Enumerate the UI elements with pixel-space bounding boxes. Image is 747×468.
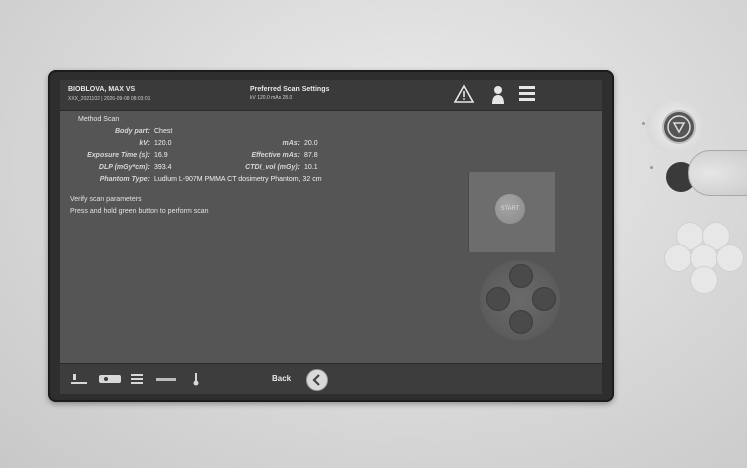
scanner-device: BIOBLOVA, MAX VS XXX_2021102 | 2026-09-0… — [0, 0, 747, 468]
chevron-left-icon — [312, 374, 320, 386]
emergency-stop-button[interactable] — [646, 100, 706, 152]
dlp-label: DLP (mGy*cm): — [98, 164, 150, 171]
tool-icon[interactable] — [154, 372, 180, 386]
settings-subtitle: kV 120.0 mAs 28.0 — [250, 95, 293, 101]
effective-mas-label: Effective mAs: — [251, 152, 300, 159]
row-ctdi: CTDI_vol (mGy): 10.1 — [240, 164, 318, 171]
settings-title: Preferred Scan Settings — [250, 86, 330, 93]
section-title: Method Scan — [78, 116, 120, 123]
verify-message: Verify scan parameters — [70, 196, 142, 203]
pad-right-button[interactable] — [532, 287, 556, 311]
scan-content: Method Scan Body part: Chest kV: 120.0 mAs… — [60, 110, 602, 364]
patient-id: XXX_2021102 | 2026-09-08 08:03:01 — [68, 96, 151, 102]
body-part-label: Body part: — [115, 128, 150, 135]
exposure-value: 16.9 — [154, 152, 168, 159]
pad-down-button[interactable] — [509, 310, 533, 334]
phantom-value: Ludlum L-907M PMMA CT dosimetry Phantom,… — [154, 176, 322, 183]
row-kv: kV: 120.0 — [80, 140, 172, 147]
warning-triangle-icon[interactable] — [454, 84, 474, 106]
phantom-label: Phantom Type: — [99, 176, 150, 183]
body-part-value: Chest — [154, 128, 173, 135]
row-exposure: Exposure Time (s): 16.9 — [80, 152, 168, 159]
row-mas: mAs: 20.0 — [240, 140, 318, 147]
patient-table-icon[interactable] — [70, 372, 88, 386]
touchscreen: BIOBLOVA, MAX VS XXX_2021102 | 2026-09-0… — [60, 80, 602, 394]
indicator-dot — [642, 122, 645, 125]
kv-value: 120.0 — [154, 140, 172, 147]
hw-key[interactable] — [690, 266, 718, 294]
indicator-dot — [650, 166, 653, 169]
row-body-part: Body part: Chest — [80, 128, 172, 135]
table-control-pad — [480, 260, 560, 340]
back-label[interactable]: Back — [272, 374, 291, 383]
thermometer-icon[interactable] — [192, 372, 200, 386]
row-phantom: Phantom Type: Ludlum L-907M PMMA CT dosim… — [80, 176, 322, 183]
scanner-icon[interactable] — [98, 372, 122, 386]
mas-label: mAs: — [282, 140, 300, 147]
finger — [688, 150, 747, 196]
dlp-value: 393.4 — [154, 164, 172, 171]
hw-key[interactable] — [716, 244, 744, 272]
exposure-label: Exposure Time (s): — [87, 152, 150, 159]
patient-name: BIOBLOVA, MAX VS — [68, 86, 136, 93]
menu-list-icon[interactable] — [517, 83, 537, 107]
hw-key[interactable] — [664, 244, 692, 272]
start-button[interactable]: START — [495, 194, 525, 224]
ctdi-label: CTDI_vol (mGy): — [245, 164, 300, 171]
mas-value: 20.0 — [304, 140, 318, 147]
touchscreen-bezel: BIOBLOVA, MAX VS XXX_2021102 | 2026-09-0… — [48, 70, 614, 402]
press-hold-message: Press and hold green button to perform s… — [70, 208, 209, 215]
list-icon[interactable] — [130, 372, 144, 386]
patient-icon[interactable] — [490, 84, 506, 106]
kv-label: kV: — [139, 140, 150, 147]
top-bar: BIOBLOVA, MAX VS XXX_2021102 | 2026-09-0… — [60, 80, 602, 111]
pad-left-button[interactable] — [486, 287, 510, 311]
bottom-bar: Back — [60, 363, 602, 394]
pad-up-button[interactable] — [509, 264, 533, 288]
row-effective-mas: Effective mAs: 87.8 — [240, 152, 318, 159]
row-dlp: DLP (mGy*cm): 393.4 — [80, 164, 172, 171]
ctdi-value: 10.1 — [304, 164, 318, 171]
effective-mas-value: 87.8 — [304, 152, 318, 159]
stop-symbol-icon — [662, 110, 696, 144]
start-panel: START — [468, 172, 555, 252]
back-button[interactable] — [306, 369, 328, 391]
